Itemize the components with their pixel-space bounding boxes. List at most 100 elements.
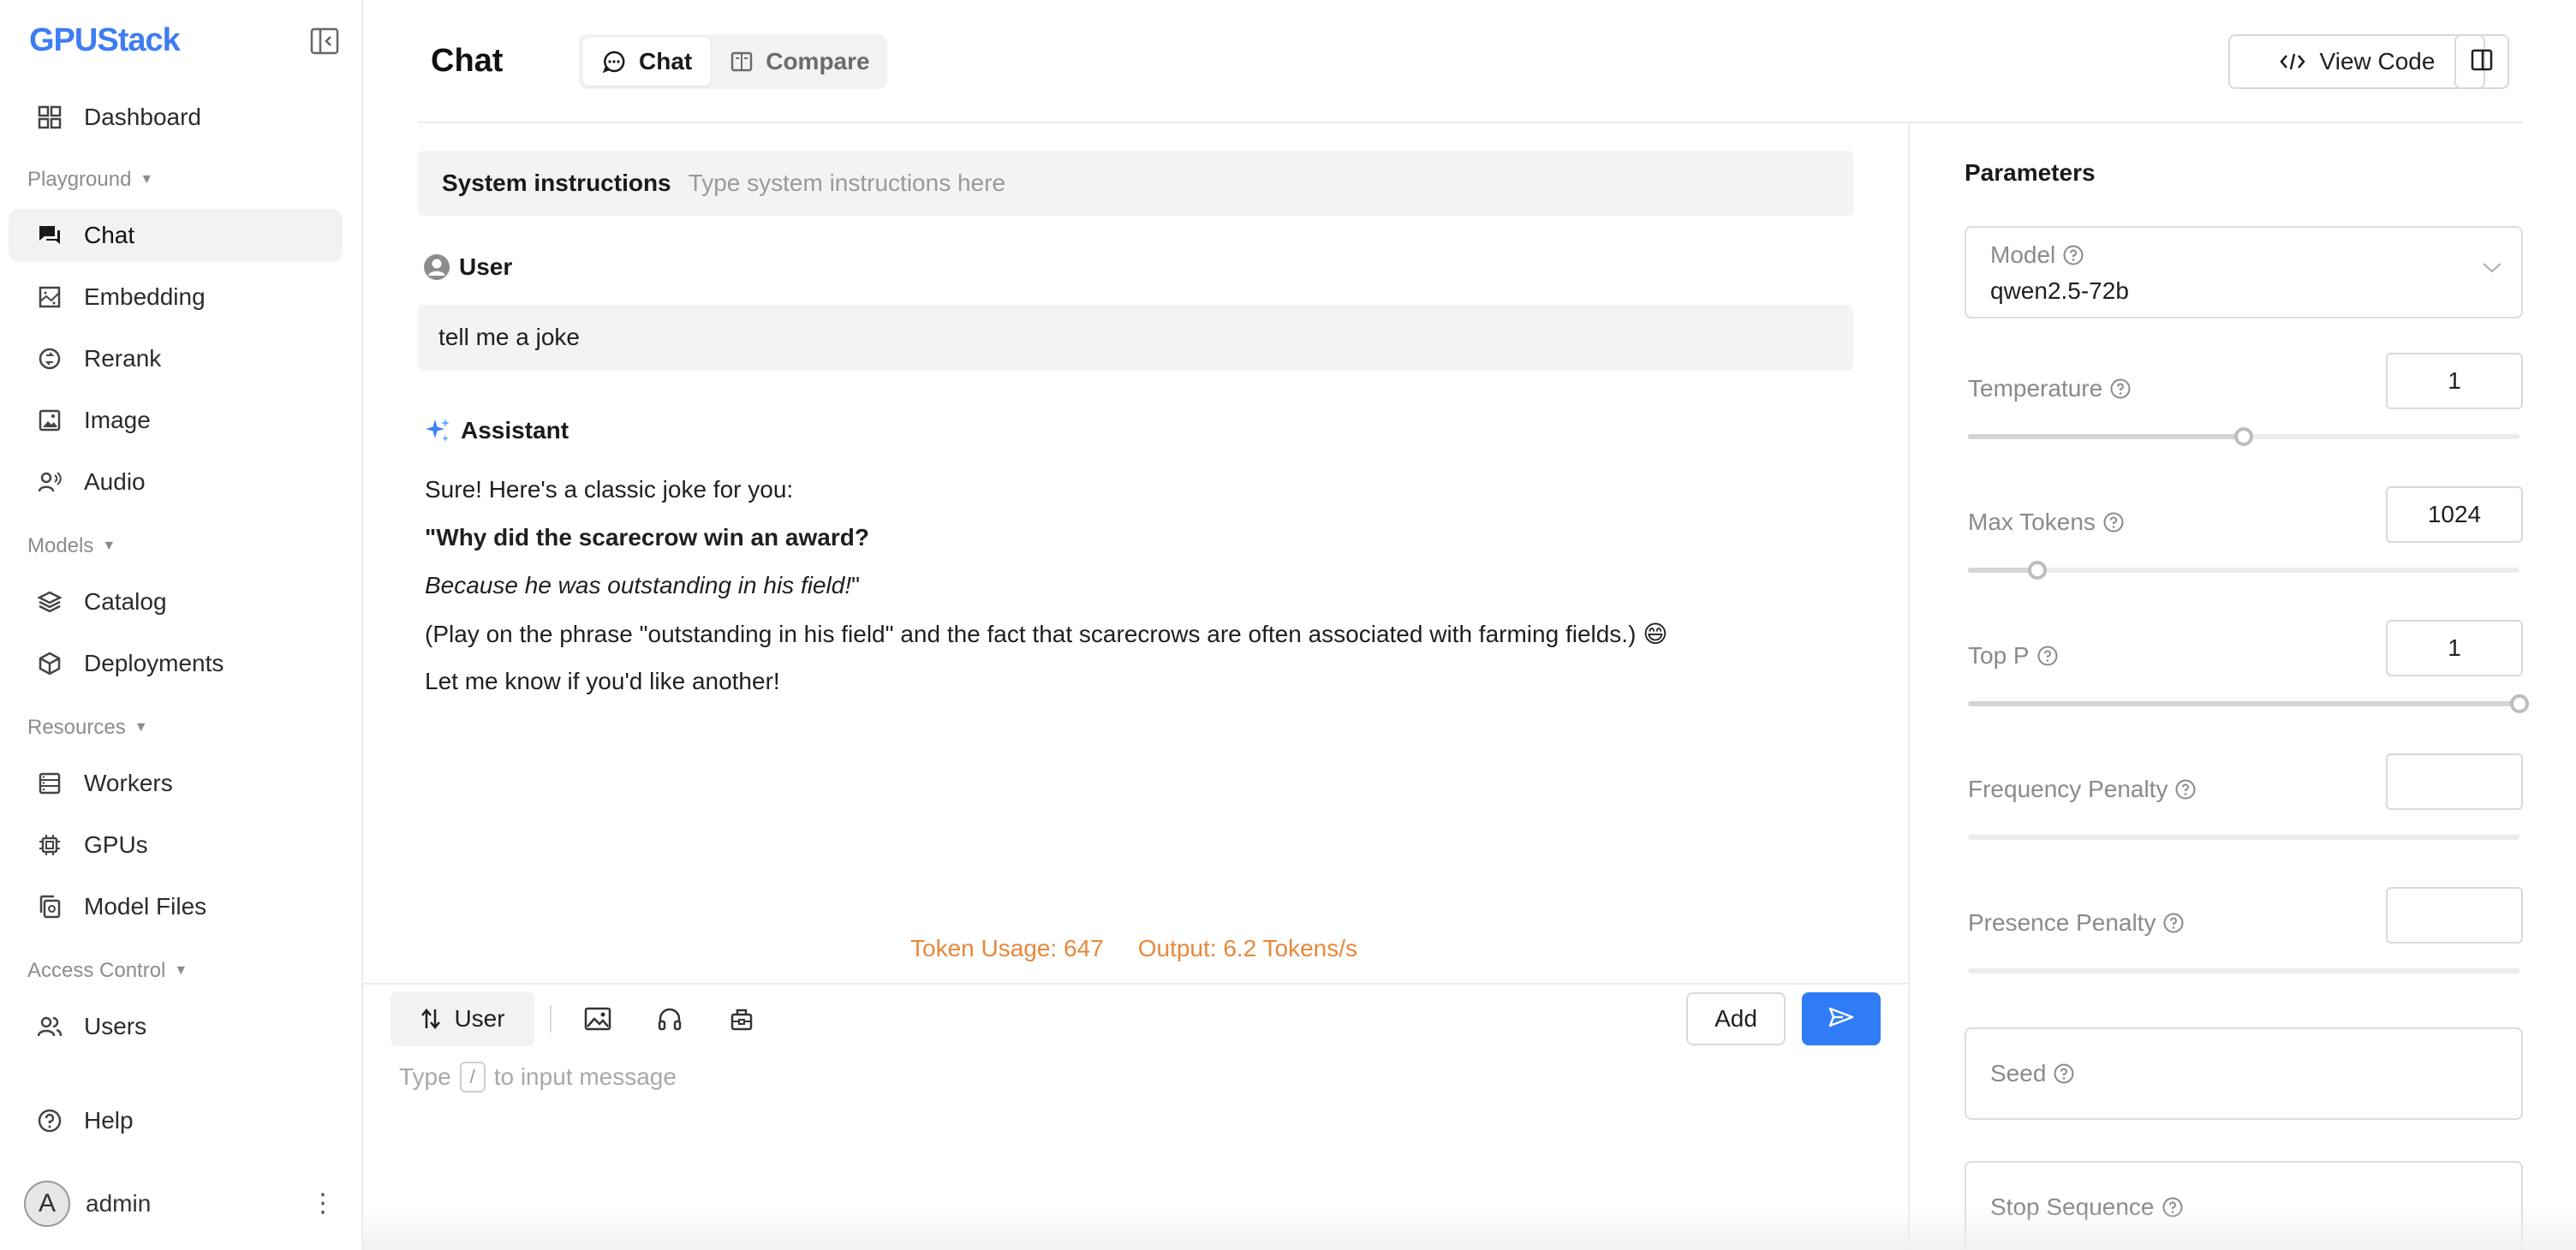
nav-group-playground[interactable]: Playground ▼: [27, 168, 153, 192]
embedding-icon: [34, 282, 65, 312]
slider-handle[interactable]: [2510, 694, 2529, 713]
sidebar-item-embedding[interactable]: Embedding: [9, 271, 343, 324]
panel-toggle-button[interactable]: [2454, 34, 2509, 89]
top-p-input[interactable]: 1: [2386, 620, 2523, 676]
max-tokens-slider[interactable]: [1968, 560, 2519, 580]
question-circle-icon[interactable]: [2036, 645, 2059, 667]
frequency-penalty-label: Frequency Penalty: [1968, 776, 2197, 803]
headphones-icon[interactable]: [653, 1002, 687, 1036]
tab-chat[interactable]: Chat: [582, 38, 712, 86]
user-role-header: User: [423, 253, 512, 281]
sidebar-item-gpus[interactable]: GPUs: [9, 818, 343, 872]
nav-group-models[interactable]: Models ▼: [27, 534, 116, 558]
tools-icon[interactable]: [724, 1002, 759, 1036]
sidebar-item-label: Catalog: [84, 588, 167, 615]
sidebar-item-deployments[interactable]: Deployments: [9, 637, 343, 690]
top-p-slider[interactable]: [1968, 693, 2529, 714]
presence-penalty-slider[interactable]: [1968, 961, 2519, 981]
presence-penalty-input[interactable]: [2386, 887, 2523, 943]
swap-icon: [420, 1007, 442, 1031]
stop-sequence-field[interactable]: Stop Sequence: [1965, 1161, 2523, 1250]
nav-group-resources[interactable]: Resources ▼: [27, 716, 148, 740]
upload-image-icon[interactable]: [581, 1002, 615, 1036]
assistant-message-italic: Because he was outstanding in his field!: [425, 572, 852, 598]
frequency-penalty-input[interactable]: [2386, 753, 2523, 810]
question-circle-icon[interactable]: [2109, 378, 2132, 400]
sidebar-item-image[interactable]: Image: [9, 394, 343, 447]
system-instructions-field[interactable]: System instructions Type system instruct…: [418, 151, 1853, 216]
model-select[interactable]: Model qwen2.5-72b: [1965, 226, 2523, 318]
tab-compare[interactable]: Compare: [711, 38, 888, 86]
sidebar-item-label: Help: [84, 1107, 134, 1134]
sidebar-item-model-files[interactable]: Model Files: [9, 880, 343, 933]
temperature-slider[interactable]: [1968, 426, 2519, 447]
temperature-input[interactable]: 1: [2386, 353, 2523, 409]
question-circle-icon[interactable]: [2062, 244, 2084, 266]
add-message-button[interactable]: Add: [1686, 992, 1786, 1045]
audio-icon: [34, 467, 65, 497]
sidebar-item-label: Image: [84, 407, 151, 433]
user-name: admin: [86, 1190, 152, 1217]
chat-icon: [34, 220, 65, 251]
question-circle-icon[interactable]: [2162, 1196, 2184, 1218]
sidebar: GPUStack Dashboard Playground ▼ Chat Embe…: [0, 0, 363, 1250]
chip-icon: [34, 830, 65, 860]
question-circle-icon[interactable]: [2162, 912, 2185, 934]
model-label: Model: [1990, 241, 2084, 269]
model-value: qwen2.5-72b: [1990, 277, 2129, 304]
caret-down-icon: ▼: [174, 963, 188, 978]
slider-handle[interactable]: [2234, 427, 2253, 446]
message-input[interactable]: Type / to input message: [399, 1062, 677, 1092]
assistant-message-line: Let me know if you'd like another!: [425, 668, 780, 694]
users-icon: [34, 1011, 65, 1042]
logo[interactable]: GPUStack: [29, 22, 181, 59]
more-vertical-icon[interactable]: ⋮: [310, 1188, 336, 1218]
layers-icon: [34, 586, 65, 617]
nav-group-access-control[interactable]: Access Control ▼: [27, 959, 188, 983]
sidebar-item-dashboard[interactable]: Dashboard: [9, 91, 343, 144]
send-icon: [1828, 1005, 1855, 1033]
slider-handle[interactable]: [2027, 561, 2047, 580]
toolbar-separator: [550, 1005, 552, 1033]
sidebar-item-label: Embedding: [84, 283, 206, 310]
user-menu[interactable]: A admin ⋮: [24, 1180, 336, 1228]
sidebar-item-rerank[interactable]: Rerank: [9, 332, 343, 385]
files-icon: [34, 891, 65, 922]
role-switch-button[interactable]: User: [391, 991, 534, 1046]
max-tokens-input[interactable]: 1024: [2386, 486, 2523, 543]
frequency-penalty-slider[interactable]: [1968, 827, 2519, 848]
sidebar-item-workers[interactable]: Workers: [9, 757, 343, 810]
sidebar-collapse-icon[interactable]: [310, 27, 339, 55]
sidebar-item-audio[interactable]: Audio: [9, 455, 343, 509]
seed-field[interactable]: Seed: [1965, 1027, 2523, 1120]
caret-down-icon: ▼: [102, 539, 116, 553]
sidebar-item-catalog[interactable]: Catalog: [9, 575, 343, 628]
question-circle-icon[interactable]: [2102, 511, 2125, 533]
send-button[interactable]: [1802, 992, 1881, 1045]
max-tokens-label: Max Tokens: [1968, 509, 2125, 536]
slider-rail: [1968, 968, 2519, 973]
system-instructions-label: System instructions: [442, 170, 671, 196]
user-message[interactable]: tell me a joke: [418, 305, 1853, 370]
sidebar-item-users[interactable]: Users: [9, 1000, 343, 1053]
question-circle-icon[interactable]: [2053, 1062, 2075, 1085]
slider-rail: [1968, 835, 2519, 840]
assistant-message-line: (Play on the phrase "outstanding in his …: [425, 621, 1668, 647]
assistant-message-line: Because he was outstanding in his field!…: [425, 572, 860, 599]
slider-rail: [1968, 568, 2519, 573]
composer-divider: [363, 983, 1910, 985]
chat-bubble-icon: [601, 49, 627, 74]
token-stats: Token Usage: 647 Output: 6.2 Tokens/s: [910, 935, 1357, 962]
compare-icon: [730, 50, 754, 74]
avatar[interactable]: A: [24, 1181, 70, 1227]
page-title: Chat: [431, 43, 504, 79]
dashboard-icon: [34, 102, 65, 133]
sidebar-item-label: Dashboard: [84, 104, 201, 130]
view-code-button[interactable]: View Code: [2228, 34, 2485, 89]
user-avatar-icon: [423, 253, 450, 281]
question-circle-icon[interactable]: [2174, 778, 2197, 801]
sidebar-item-help[interactable]: Help: [9, 1094, 343, 1147]
sparkle-icon: [423, 416, 452, 445]
assistant-role-header: Assistant: [423, 416, 569, 445]
sidebar-item-chat[interactable]: Chat: [9, 209, 343, 262]
